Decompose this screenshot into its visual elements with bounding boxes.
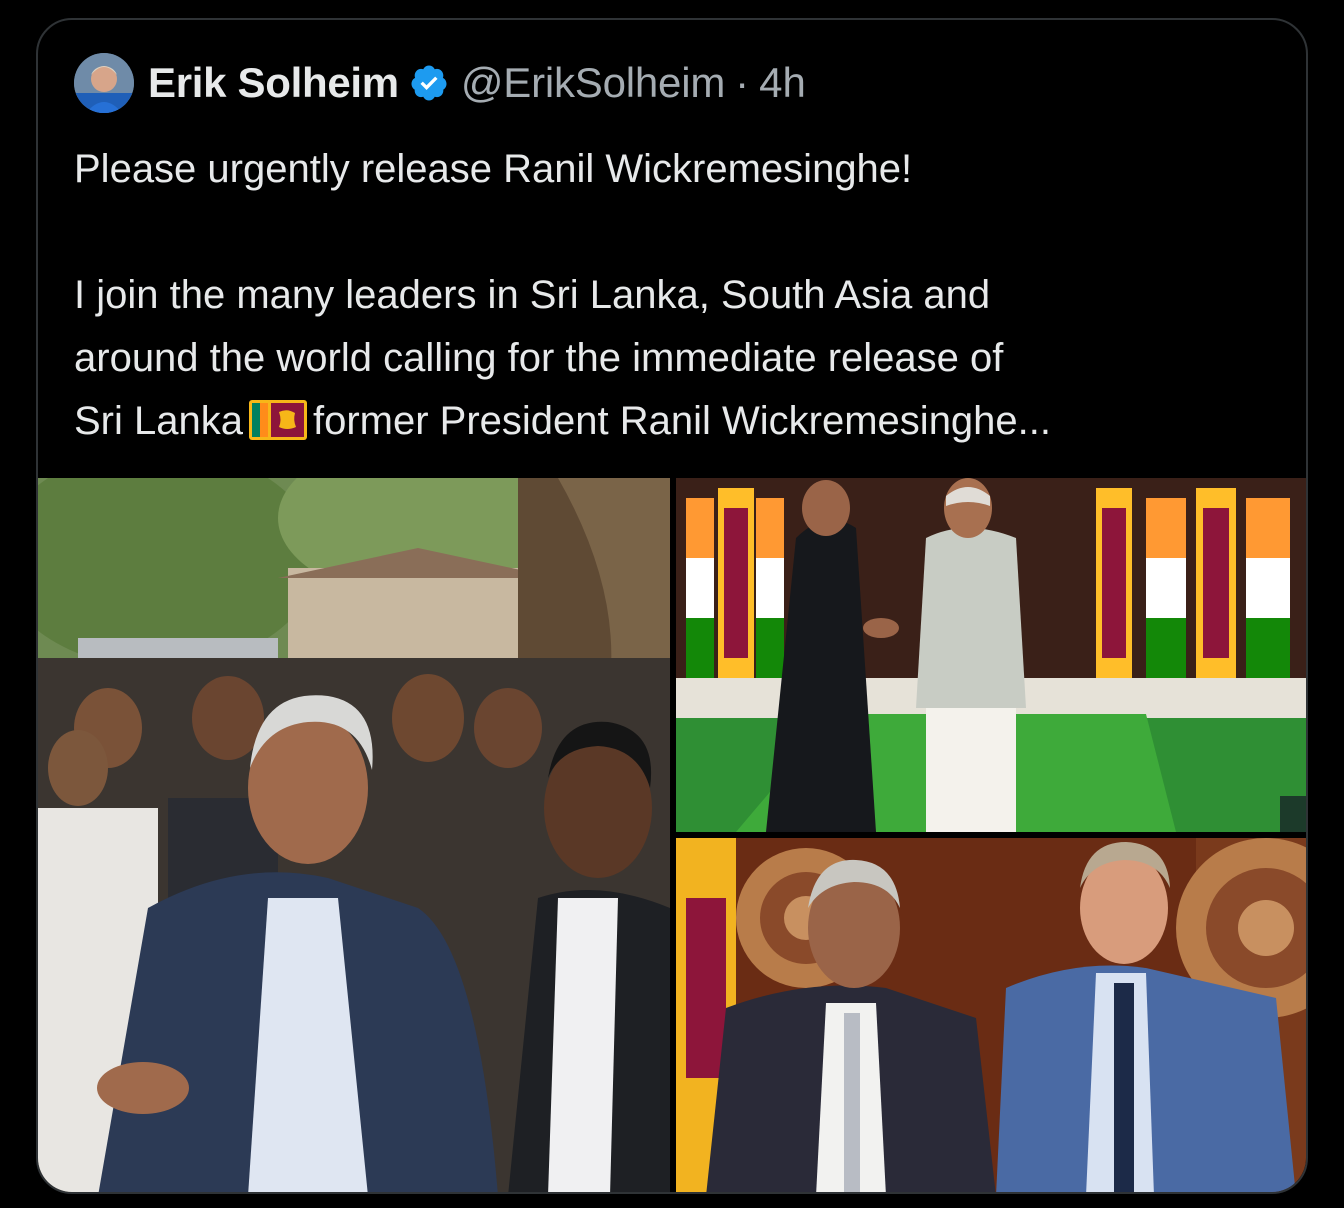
photo-crowd[interactable] [38,478,670,1192]
sri-lanka-flag-icon [248,400,307,440]
tweet-line-4-start: Sri Lanka [74,399,243,443]
tweet-line-4: Sri Lanka former President Ranil Wickrem… [74,390,1284,453]
tweet-header: Erik Solheim @ErikSolheim · 4h [74,52,806,114]
verified-badge-icon [411,65,447,101]
photo-portrait[interactable] [676,838,1306,1192]
author-handle[interactable]: @ErikSolheim [461,59,726,107]
tweet-line-1: Please urgently release Ranil Wickremesi… [74,147,913,191]
photo-handshake-image [676,478,1306,832]
tweet-line-4-end: former President Ranil Wickremesinghe... [312,399,1052,443]
tweet-text: Please urgently release Ranil Wickremesi… [74,138,1284,453]
photo-crowd-image [38,478,670,1192]
media-grid [38,478,1306,1192]
author-name[interactable]: Erik Solheim [148,59,399,107]
photo-portrait-image [676,838,1306,1192]
separator-dot: · [735,59,750,106]
timestamp[interactable]: 4h [759,59,806,107]
tweet-card[interactable]: Erik Solheim @ErikSolheim · 4h Please ur… [36,18,1308,1194]
tweet-line-2: I join the many leaders in Sri Lanka, So… [74,273,991,317]
avatar[interactable] [74,53,134,113]
tweet-line-3: around the world calling for the immedia… [74,336,1004,380]
photo-handshake[interactable] [676,478,1306,832]
